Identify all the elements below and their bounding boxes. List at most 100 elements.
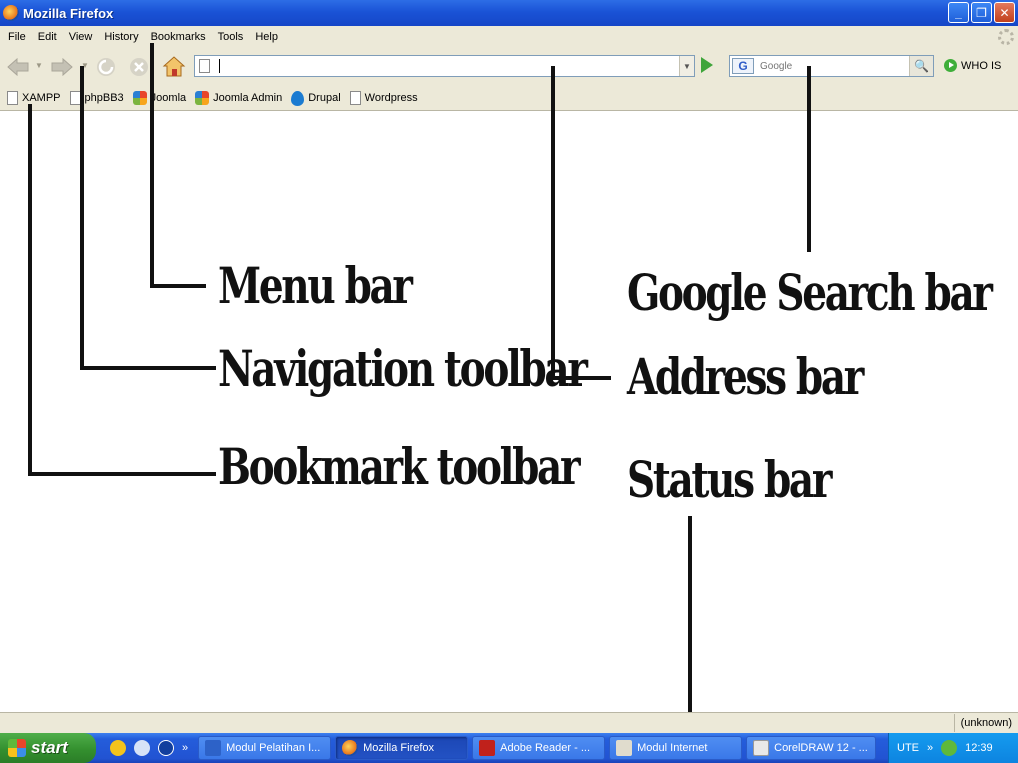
- navigation-toolbar-annotation: Navigation toolbar: [218, 339, 588, 398]
- bookmark-label: Joomla: [150, 92, 187, 104]
- address-bar[interactable]: ▼: [194, 55, 695, 77]
- reload-button[interactable]: [94, 56, 118, 78]
- play-icon: [944, 59, 957, 72]
- taskbar: start » Modul Pelatihan I... Mozilla Fir…: [0, 733, 1018, 763]
- system-tray: UTE » 12:39: [888, 733, 1018, 763]
- stop-button[interactable]: [127, 56, 151, 78]
- close-button[interactable]: ✕: [994, 2, 1015, 23]
- bookmark-label: XAMPP: [22, 92, 61, 104]
- task-button-firefox[interactable]: Mozilla Firefox: [335, 736, 469, 760]
- media-player-icon[interactable]: [134, 740, 150, 756]
- status-bar-callout-line: [688, 516, 692, 721]
- menu-bar-annotation: Menu bar: [218, 256, 413, 315]
- task-button-modul-internet[interactable]: Modul Internet: [609, 736, 743, 760]
- whois-button[interactable]: WHO IS: [944, 59, 1001, 72]
- home-button[interactable]: [162, 55, 186, 77]
- maximize-button[interactable]: ❐: [971, 2, 992, 23]
- navigation-toolbar-callout-line: [80, 366, 216, 370]
- whois-label: WHO IS: [961, 59, 1002, 72]
- bookmark-label: Joomla Admin: [213, 92, 283, 104]
- google-search-bar-callout-line: [807, 66, 811, 252]
- task-button-modul-pelatihan[interactable]: Modul Pelatihan I...: [198, 736, 332, 760]
- search-bar: G 🔍: [729, 55, 934, 77]
- throbber-icon: [998, 29, 1014, 45]
- start-label: start: [31, 738, 68, 757]
- language-indicator[interactable]: UTE: [897, 742, 919, 754]
- status-text: (unknown): [953, 714, 1018, 732]
- menu-tools[interactable]: Tools: [212, 31, 250, 43]
- title-bar: Mozilla Firefox _ ❐ ✕: [0, 0, 1018, 26]
- status-bar-annotation: Status bar: [627, 450, 832, 509]
- task-label: Mozilla Firefox: [363, 742, 435, 754]
- bookmark-toolbar-callout-line: [28, 472, 216, 476]
- back-history-dropdown[interactable]: ▼: [35, 61, 43, 70]
- menu-history[interactable]: History: [98, 31, 144, 43]
- task-label: CorelDRAW 12 - ...: [774, 742, 868, 754]
- coreldraw-icon: [753, 740, 770, 756]
- google-search-bar-annotation: Google Search bar: [627, 263, 993, 322]
- address-bar-callout-line: [551, 66, 555, 379]
- joomla-icon: [132, 91, 147, 105]
- window-controls: _ ❐ ✕: [948, 2, 1015, 23]
- search-icon[interactable]: 🔍: [909, 56, 933, 76]
- task-button-adobe-reader[interactable]: Adobe Reader - ...: [472, 736, 606, 760]
- bluetooth-icon[interactable]: [158, 740, 174, 756]
- stop-icon: [130, 58, 148, 76]
- address-dropdown-icon[interactable]: ▼: [679, 56, 694, 76]
- document-icon: [616, 740, 633, 756]
- windows-logo-icon: [8, 739, 26, 757]
- bookmark-joomla[interactable]: Joomla: [132, 91, 187, 105]
- bookmark-toolbar-annotation: Bookmark toolbar: [218, 437, 581, 496]
- quick-launch-more[interactable]: »: [182, 742, 188, 754]
- reload-icon: [97, 58, 115, 76]
- bookmark-label: Drupal: [308, 92, 341, 104]
- home-icon: [162, 56, 186, 77]
- menu-bookmarks[interactable]: Bookmarks: [145, 31, 212, 43]
- window-title: Mozilla Firefox: [23, 5, 114, 21]
- task-button-coreldraw[interactable]: CorelDRAW 12 - ...: [746, 736, 877, 760]
- bookmark-xampp[interactable]: XAMPP: [7, 91, 61, 105]
- start-button[interactable]: start: [0, 733, 96, 763]
- go-button[interactable]: [701, 57, 713, 73]
- bookmark-label: Wordpress: [364, 92, 418, 104]
- forward-arrow-icon: [51, 58, 73, 76]
- bookmark-joomla-admin[interactable]: Joomla Admin: [195, 91, 282, 105]
- bookmark-phpbb3[interactable]: phpBB3: [69, 91, 124, 105]
- drupal-icon: [291, 90, 305, 106]
- clock[interactable]: 12:39: [965, 742, 993, 754]
- network-icon[interactable]: [941, 740, 958, 756]
- task-label: Modul Pelatihan I...: [226, 742, 321, 754]
- menu-edit[interactable]: Edit: [32, 31, 63, 43]
- status-bar: (unknown): [0, 712, 1018, 733]
- bookmark-toolbar-callout-line: [28, 104, 32, 476]
- task-label: Adobe Reader - ...: [500, 742, 591, 754]
- menu-bar-callout-line: [150, 43, 154, 287]
- bookmark-label: phpBB3: [84, 92, 124, 104]
- menu-view[interactable]: View: [63, 31, 99, 43]
- firefox-icon: [3, 5, 19, 21]
- back-arrow-icon: [7, 58, 29, 76]
- menu-file[interactable]: File: [2, 31, 32, 43]
- firefox-icon: [342, 740, 359, 756]
- page-icon: [199, 59, 210, 73]
- page-icon: [349, 91, 361, 105]
- menu-help[interactable]: Help: [249, 31, 284, 43]
- address-bar-annotation: Address bar: [627, 347, 864, 406]
- text-caret: [219, 59, 220, 73]
- menu-bar-callout-line: [150, 284, 206, 288]
- page-icon: [7, 91, 18, 105]
- back-button[interactable]: [6, 56, 30, 78]
- adobe-reader-icon: [479, 740, 496, 756]
- forward-button[interactable]: [50, 56, 74, 78]
- tray-more[interactable]: »: [927, 742, 933, 754]
- joomla-icon: [195, 91, 210, 105]
- google-engine-icon[interactable]: G: [732, 58, 754, 74]
- bookmark-drupal[interactable]: Drupal: [291, 90, 341, 106]
- minimize-button[interactable]: _: [948, 2, 969, 23]
- bookmark-wordpress[interactable]: Wordpress: [349, 91, 418, 105]
- screen: Mozilla Firefox _ ❐ ✕ File Edit View His…: [0, 0, 1018, 763]
- navigation-toolbar-callout-line: [80, 66, 84, 369]
- word-document-icon: [205, 740, 222, 756]
- show-desktop-icon[interactable]: [110, 740, 126, 756]
- search-input[interactable]: [760, 58, 905, 74]
